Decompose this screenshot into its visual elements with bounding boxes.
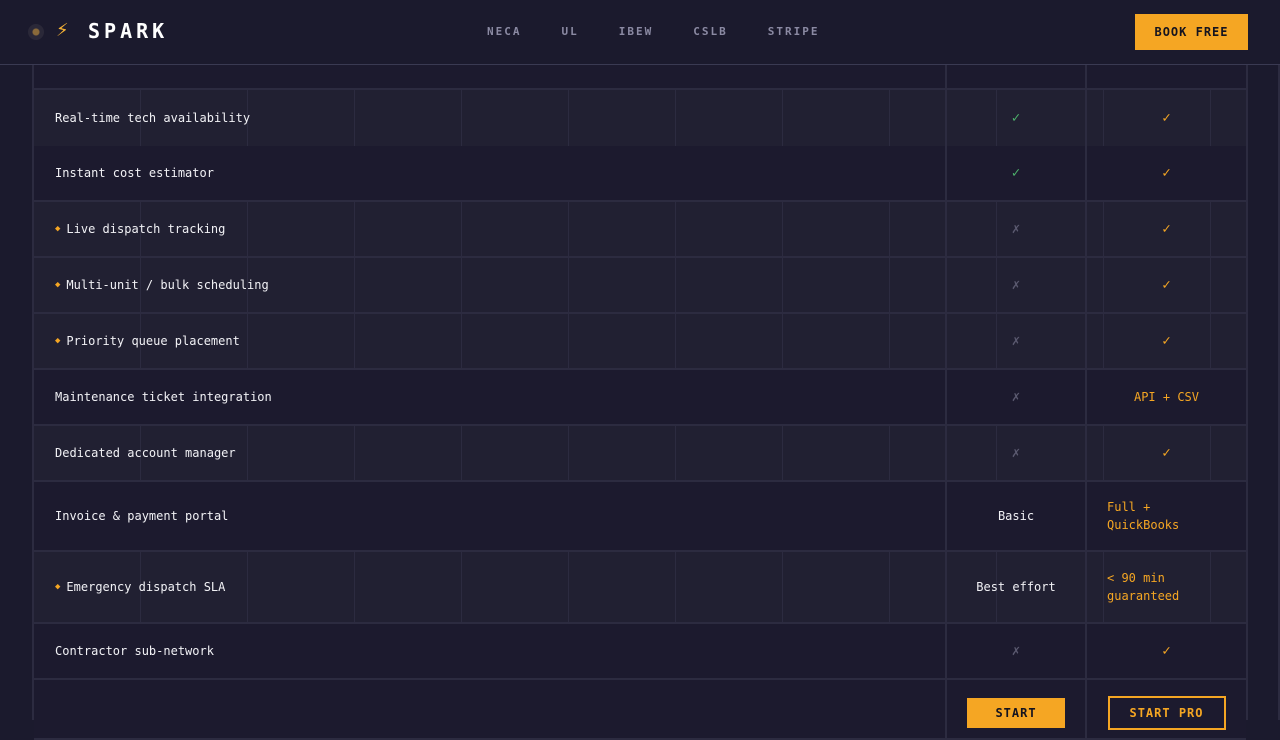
table-row: Maintenance ticket integration ✗ API + CSV xyxy=(34,370,1246,426)
table-row: ◆ Priority queue placement ✗ ✓ xyxy=(34,314,1246,370)
pro-plan-cell: ✓ xyxy=(1087,314,1246,368)
feature-text: Invoice & payment portal xyxy=(55,509,229,523)
check-icon: ✓ xyxy=(1162,221,1171,237)
feature-label: Contractor sub-network xyxy=(55,624,214,678)
start-button[interactable]: START xyxy=(967,698,1065,728)
bolt-logo-icon: ⚡ xyxy=(56,20,69,41)
nav-link-ul[interactable]: UL xyxy=(562,25,579,38)
diamond-icon: ◆ xyxy=(55,224,61,234)
diamond-icon: ◆ xyxy=(55,582,61,592)
basic-plan-cell: Basic xyxy=(947,482,1085,550)
nav-link-stripe[interactable]: STRIPE xyxy=(768,25,820,38)
diamond-icon: ◆ xyxy=(55,280,61,290)
table-row: ◆ Emergency dispatch SLA Best effort < 90 m… xyxy=(34,552,1246,624)
table-row: Real-time tech availability ✓ ✓ xyxy=(34,90,1246,148)
feature-text: Dedicated account manager xyxy=(55,446,236,460)
feature-label: Instant cost estimator xyxy=(55,146,214,200)
pro-plan-cell: < 90 min guaranteed xyxy=(1087,552,1246,622)
start-pro-button[interactable]: START PRO xyxy=(1107,696,1226,730)
cross-icon: ✗ xyxy=(1011,445,1021,461)
cross-icon: ✗ xyxy=(1011,389,1021,405)
check-icon: ✓ xyxy=(1162,643,1171,659)
cross-icon: ✗ xyxy=(1011,333,1021,349)
feature-text: Real-time tech availability xyxy=(55,111,251,125)
basic-plan-cell: ✗ xyxy=(947,624,1085,678)
basic-plan-value: Basic xyxy=(997,509,1035,523)
table-right-border xyxy=(1246,64,1248,720)
feature-text: Maintenance ticket integration xyxy=(55,390,272,404)
diamond-icon: ◆ xyxy=(55,336,61,346)
table-row: ◆ Live dispatch tracking ✗ ✓ xyxy=(34,202,1246,258)
pro-plan-value: API + CSV xyxy=(1133,390,1200,404)
table-row: ◆ Multi-unit / bulk scheduling ✗ ✓ xyxy=(34,258,1246,314)
pro-plan-value: Full + QuickBooks xyxy=(1107,500,1180,532)
feature-label: Maintenance ticket integration xyxy=(55,370,272,424)
table-row: Dedicated account manager ✗ ✓ xyxy=(34,426,1246,482)
check-icon: ✓ xyxy=(1162,333,1171,349)
pro-plan-cell: ✓ xyxy=(1087,426,1246,480)
basic-plan-cell: ✗ xyxy=(947,314,1085,368)
pro-plan-cell: API + CSV xyxy=(1087,370,1246,424)
basic-plan-cell: ✗ xyxy=(947,258,1085,312)
pro-plan-cell: ✓ xyxy=(1087,90,1246,146)
brand-name[interactable]: SPARK xyxy=(88,19,168,43)
feature-label: ◆ Multi-unit / bulk scheduling xyxy=(55,258,269,312)
basic-plan-cell: Best effort xyxy=(947,552,1085,622)
pro-plan-cell: ✓ xyxy=(1087,202,1246,256)
feature-label: ◆ Priority queue placement xyxy=(55,314,240,368)
basic-plan-cell: ✓ xyxy=(947,90,1085,146)
table-row: Contractor sub-network ✗ ✓ xyxy=(34,624,1246,680)
pro-plan-cell: ✓ xyxy=(1087,624,1246,678)
nav-link-ibew[interactable]: IBEW xyxy=(619,25,654,38)
feature-text: Priority queue placement xyxy=(66,334,240,348)
feature-text: Emergency dispatch SLA xyxy=(66,580,226,594)
basic-plan-cell: ✗ xyxy=(947,370,1085,424)
table-row-actions: START START PRO xyxy=(34,680,1246,740)
table-row: Invoice & payment portal Basic Full + Quic… xyxy=(34,482,1246,552)
check-icon: ✓ xyxy=(1011,165,1021,181)
feature-label: Invoice & payment portal xyxy=(55,482,228,550)
book-free-button[interactable]: BOOK FREE xyxy=(1135,14,1248,50)
pro-plan-cell: ✓ xyxy=(1087,146,1246,200)
status-dot-icon xyxy=(28,24,44,40)
check-icon: ✓ xyxy=(1162,445,1171,461)
check-icon: ✓ xyxy=(1162,277,1171,293)
feature-label: ◆ Live dispatch tracking xyxy=(55,202,225,256)
certification-links: NECA UL IBEW CSLB STRIPE xyxy=(487,25,820,38)
feature-label: ◆ Emergency dispatch SLA xyxy=(55,552,225,622)
basic-plan-value: Best effort xyxy=(976,580,1056,594)
nav-link-neca[interactable]: NECA xyxy=(487,25,522,38)
feature-text: Multi-unit / bulk scheduling xyxy=(66,278,269,292)
feature-text: Contractor sub-network xyxy=(55,644,214,658)
basic-plan-cell: ✗ xyxy=(947,426,1085,480)
basic-plan-cell: ✗ xyxy=(947,202,1085,256)
feature-text: Live dispatch tracking xyxy=(66,222,226,236)
nav-link-cslb[interactable]: CSLB xyxy=(693,25,728,38)
cross-icon: ✗ xyxy=(1011,643,1021,659)
top-nav: ⚡ SPARK NECA UL IBEW CSLB STRIPE BOOK FR… xyxy=(0,0,1280,65)
table-row: Instant cost estimator ✓ ✓ xyxy=(34,146,1246,202)
feature-label: Real-time tech availability xyxy=(55,90,250,146)
feature-text: Instant cost estimator xyxy=(55,166,214,180)
pro-plan-cell: ✓ xyxy=(1087,258,1246,312)
cross-icon: ✗ xyxy=(1011,221,1021,237)
basic-plan-cell: ✓ xyxy=(947,146,1085,200)
check-icon: ✓ xyxy=(1162,165,1171,181)
pro-plan-cell: Full + QuickBooks xyxy=(1087,482,1246,550)
check-icon: ✓ xyxy=(1011,110,1021,126)
check-icon: ✓ xyxy=(1162,110,1171,126)
cross-icon: ✗ xyxy=(1011,277,1021,293)
pro-plan-value: < 90 min guaranteed xyxy=(1107,571,1180,603)
feature-label: Dedicated account manager xyxy=(55,426,236,480)
